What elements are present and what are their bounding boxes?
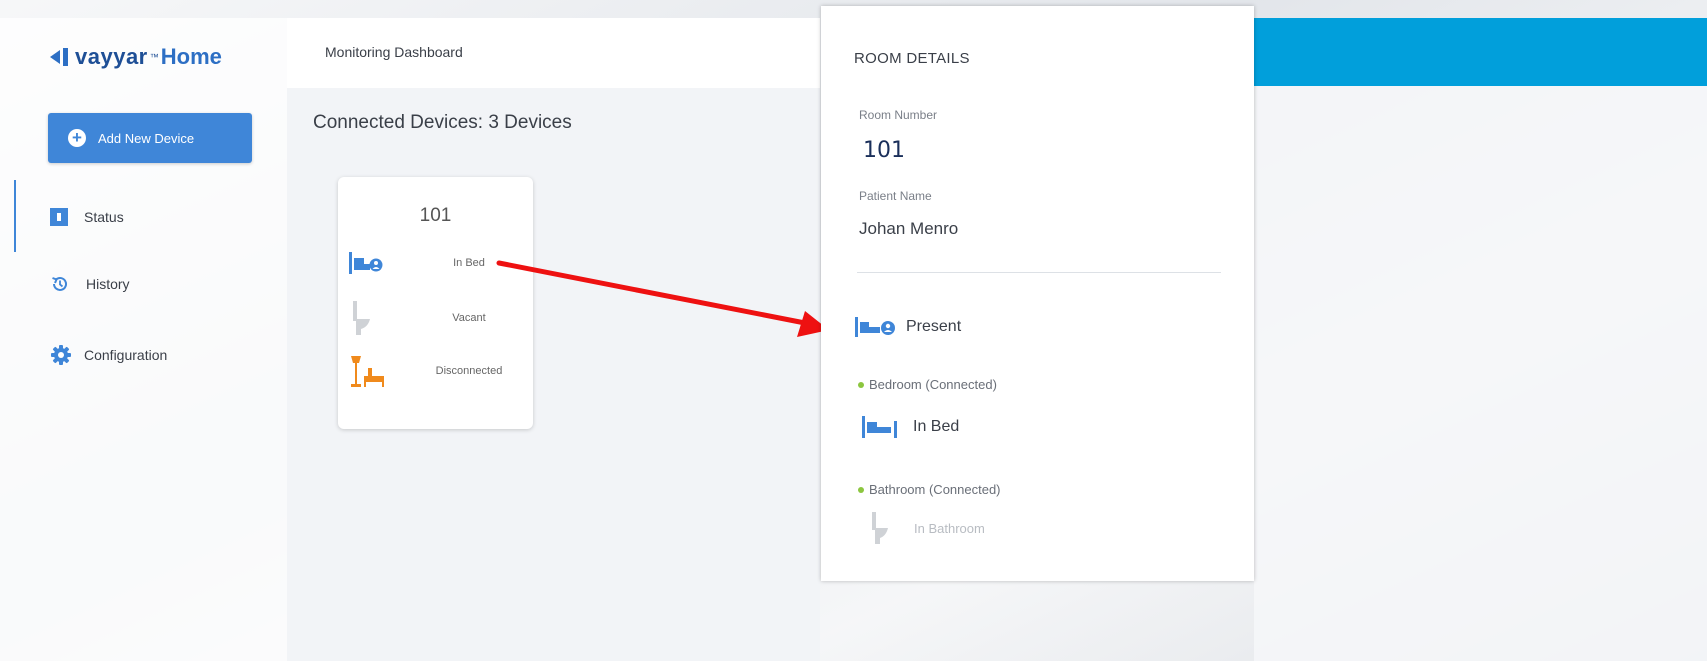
app-logo[interactable]: vayyar ™ Home <box>50 42 222 72</box>
bed-icon <box>862 416 897 438</box>
sidebar: vayyar ™ Home + Add New Device Status Hi… <box>0 18 287 661</box>
presence-status: Present <box>854 316 961 338</box>
sidebar-item-label: Status <box>84 209 124 225</box>
logo-bar-icon <box>63 48 68 66</box>
logo-brand: vayyar <box>75 44 148 69</box>
bathroom-connection-text: Bathroom (Connected) <box>869 482 1001 497</box>
connected-dot-icon <box>858 486 864 493</box>
active-nav-indicator <box>14 180 16 252</box>
sidebar-item-history[interactable]: History <box>50 272 130 296</box>
logo-trademark: ™ <box>149 52 159 62</box>
add-new-device-button[interactable]: + Add New Device <box>48 113 252 163</box>
history-icon <box>52 276 67 291</box>
bathroom-status-text: In Bathroom <box>914 520 985 536</box>
main-content-right <box>1254 86 1707 661</box>
toilet-icon <box>872 512 888 544</box>
main-content: Connected Devices: 3 Devices 101 In Bed … <box>287 88 820 661</box>
page-title: Monitoring Dashboard <box>325 44 463 60</box>
add-new-device-label: Add New Device <box>98 130 195 146</box>
bed-icon <box>855 317 895 337</box>
device-row-label: Disconnected <box>435 365 503 377</box>
device-room-number: 101 <box>419 205 452 226</box>
bedroom-sensor-label: Bedroom (Connected) <box>858 377 997 392</box>
header-accent-bar <box>1254 18 1707 86</box>
room-number-label: Room Number <box>859 108 938 122</box>
bathroom-sensor-label: Bathroom (Connected) <box>858 482 1001 497</box>
patient-name-label: Patient Name <box>859 189 932 203</box>
connected-dot-icon <box>858 381 864 388</box>
gear-icon <box>51 345 71 365</box>
device-livingroom-status: Disconnected <box>348 351 528 391</box>
status-icon <box>50 208 68 226</box>
bedroom-connection-text: Bedroom (Connected) <box>869 377 997 392</box>
panel-divider <box>857 272 1221 273</box>
lamp-chair-icon <box>351 356 384 387</box>
bedroom-status-text: In Bed <box>913 418 960 435</box>
logo-arrow-icon <box>50 50 60 64</box>
sidebar-item-status[interactable]: Status <box>50 205 124 229</box>
room-details-title: ROOM DETAILS <box>854 50 970 67</box>
annotation-arrow <box>496 260 829 337</box>
bedroom-status: In Bed <box>861 415 959 439</box>
top-header: Monitoring Dashboard <box>287 18 820 88</box>
room-details-panel: ROOM DETAILS Room Number 101 Patient Nam… <box>821 6 1254 581</box>
bathroom-status: In Bathroom <box>868 511 985 545</box>
sidebar-item-label: Configuration <box>84 347 168 363</box>
toilet-icon <box>353 301 370 335</box>
sidebar-item-label: History <box>86 276 130 292</box>
plus-circle-icon: + <box>68 129 86 147</box>
sidebar-item-configuration[interactable]: Configuration <box>50 343 167 367</box>
logo-product: Home <box>160 44 222 69</box>
room-number-value: 101 <box>863 138 905 163</box>
bed-icon <box>349 252 383 274</box>
presence-label: Present <box>906 318 962 335</box>
connected-devices-count: Connected Devices: 3 Devices <box>313 112 572 133</box>
patient-name-value: Johan Menro <box>859 219 959 238</box>
